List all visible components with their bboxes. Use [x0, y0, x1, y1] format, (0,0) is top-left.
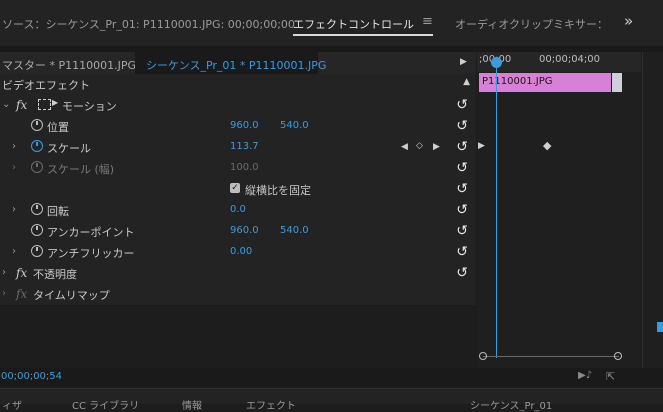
- scale-width-value: 100.0: [230, 162, 259, 173]
- effect-opacity[interactable]: › fx 不透明度 ↺: [0, 263, 476, 285]
- tab-source[interactable]: ソース：シーケンス_Pr_01: P1110001.JPG: 00;00;00;…: [2, 16, 295, 32]
- rotation-value[interactable]: 0.0: [230, 204, 246, 215]
- param-label: アンカーポイント: [47, 226, 135, 239]
- reset-icon[interactable]: ↺: [456, 182, 468, 196]
- arrow-cursor-icon: ▶: [52, 98, 59, 107]
- param-scale-width: › スケール (幅) 100.0 ↺: [0, 158, 476, 180]
- reset-icon[interactable]: ↺: [456, 140, 468, 154]
- position-x-value[interactable]: 960.0: [230, 120, 259, 131]
- panel-edge-indicator: [657, 322, 663, 332]
- tab-effects[interactable]: エフェクト: [246, 397, 296, 412]
- chevron-right-icon[interactable]: ›: [12, 246, 16, 257]
- stopwatch-icon[interactable]: [31, 161, 43, 173]
- tab-cc-libraries[interactable]: CC ライブラリ: [72, 397, 139, 412]
- reset-icon[interactable]: ↺: [456, 203, 468, 217]
- side-panel: [642, 52, 663, 368]
- tab-partial[interactable]: ィザ: [2, 397, 22, 412]
- chevron-right-icon[interactable]: ›: [12, 162, 16, 173]
- active-tab-indicator: [293, 34, 433, 36]
- bottom-tab-bar: ィザ CC ライブラリ 情報 エフェクト シーケンス_Pr_01: [0, 388, 663, 412]
- position-y-value[interactable]: 540.0: [280, 120, 309, 131]
- param-label: スケール (幅): [47, 163, 115, 176]
- ruler-mark: 00;00;04;00: [539, 54, 601, 65]
- clip-name: P1110001.JPG: [482, 76, 553, 87]
- reset-icon[interactable]: ↺: [456, 161, 468, 175]
- param-uniform-scale: ✓ 縦横比を固定 ↺: [0, 179, 476, 201]
- fx-icon[interactable]: fx: [16, 266, 27, 280]
- panel-menu-icon[interactable]: ≡: [422, 14, 433, 29]
- param-anchor-point: アンカーポイント 960.0 540.0 ↺: [0, 221, 476, 243]
- video-effects-header: ビデオエフェクト ▲: [0, 74, 476, 96]
- reset-icon[interactable]: ↺: [456, 98, 468, 112]
- tab-info[interactable]: 情報: [182, 397, 202, 412]
- keyframe-prev-icon[interactable]: ▶: [478, 141, 485, 151]
- tab-effect-controls[interactable]: エフェクトコントロール: [293, 16, 414, 32]
- tab-audio-clip-mixer[interactable]: オーディオクリップミキサー：: [455, 16, 608, 32]
- chevron-right-icon[interactable]: ›: [2, 288, 6, 299]
- param-label: 回転: [47, 205, 69, 218]
- stopwatch-icon[interactable]: [31, 203, 43, 215]
- param-label: 縦横比を固定: [245, 184, 311, 197]
- section-title: ビデオエフェクト: [2, 79, 90, 92]
- overflow-icon[interactable]: »: [624, 12, 633, 30]
- param-label: 位置: [47, 121, 69, 134]
- effect-motion[interactable]: ⌄ fx ▶ モーション ↺: [0, 95, 476, 117]
- play-icon[interactable]: ▶: [460, 57, 467, 67]
- effect-rows: ビデオエフェクト ▲ ⌄ fx ▶ モーション ↺ 位置 960.0 540.0…: [0, 74, 476, 306]
- playhead-line[interactable]: [496, 58, 497, 358]
- uniform-scale-checkbox[interactable]: ✓: [230, 183, 240, 193]
- scale-value[interactable]: 113.7: [230, 141, 259, 152]
- scroll-handle-right[interactable]: [614, 352, 622, 360]
- anchor-y-value[interactable]: 540.0: [280, 225, 309, 236]
- param-label: アンチフリッカー: [47, 247, 135, 260]
- master-clip-selector[interactable]: マスター * P1110001.JPG: [2, 57, 136, 73]
- chevron-down-icon[interactable]: ⌄: [2, 99, 10, 110]
- chevron-right-icon[interactable]: ›: [12, 204, 16, 215]
- playhead-handle[interactable]: [491, 57, 502, 68]
- transform-box-icon[interactable]: [38, 99, 51, 110]
- tab-sequence[interactable]: シーケンス_Pr_01: [470, 397, 552, 412]
- add-keyframe-icon[interactable]: ◇: [416, 141, 423, 151]
- play-audio-icon[interactable]: ▶♪: [578, 370, 592, 381]
- effect-label: モーション: [62, 100, 117, 113]
- mini-timeline: ;00;00 00;00;04;00 P1110001.JPG ▶ ◆: [477, 52, 641, 368]
- chevron-right-icon[interactable]: ›: [12, 141, 16, 152]
- effect-label: 不透明度: [33, 268, 77, 281]
- fx-icon[interactable]: fx: [16, 287, 27, 301]
- param-scale: › スケール 113.7 ◀ ◇ ▶ ↺: [0, 137, 476, 159]
- prev-keyframe-icon[interactable]: ◀: [401, 142, 408, 152]
- panel-footer: 00;00;00;54 ▶♪ ⇱: [0, 368, 663, 386]
- chevron-right-icon[interactable]: ›: [2, 267, 6, 278]
- panel-tab-bar: ソース：シーケンス_Pr_01: P1110001.JPG: 00;00;00;…: [0, 0, 663, 46]
- zoom-scrollbar[interactable]: [483, 356, 619, 357]
- stopwatch-icon[interactable]: [31, 224, 43, 236]
- current-timecode[interactable]: 00;00;00;54: [1, 371, 62, 382]
- antiflicker-value[interactable]: 0.00: [230, 246, 252, 257]
- param-rotation: › 回転 0.0 ↺: [0, 200, 476, 222]
- reset-icon[interactable]: ↺: [456, 224, 468, 238]
- param-label: スケール: [47, 142, 91, 155]
- effect-label: タイムリマップ: [33, 289, 110, 302]
- stopwatch-icon[interactable]: [31, 245, 43, 257]
- reset-icon[interactable]: ↺: [456, 266, 468, 280]
- sequence-clip-selector[interactable]: シーケンス_Pr_01 * P1110001.JPG: [146, 57, 326, 73]
- anchor-x-value[interactable]: 960.0: [230, 225, 259, 236]
- stopwatch-icon[interactable]: [31, 119, 43, 131]
- reset-icon[interactable]: ↺: [456, 119, 468, 133]
- keyframe-icon[interactable]: ◆: [543, 139, 551, 152]
- collapse-icon[interactable]: ▲: [463, 77, 470, 87]
- export-frame-icon[interactable]: ⇱: [606, 370, 615, 383]
- param-position: 位置 960.0 540.0 ↺: [0, 116, 476, 138]
- clip-end-handle[interactable]: [612, 73, 622, 92]
- effect-time-remap[interactable]: › fx タイムリマップ: [0, 284, 476, 306]
- clip-selector-bar: マスター * P1110001.JPG シーケンス_Pr_01 * P11100…: [0, 52, 476, 74]
- next-keyframe-icon[interactable]: ▶: [433, 142, 440, 152]
- scroll-handle-left[interactable]: [479, 352, 487, 360]
- reset-icon[interactable]: ↺: [456, 245, 468, 259]
- fx-icon[interactable]: fx: [16, 98, 27, 112]
- clip-bar[interactable]: P1110001.JPG: [479, 73, 611, 92]
- stopwatch-icon[interactable]: [31, 140, 43, 152]
- param-antiflicker: › アンチフリッカー 0.00 ↺: [0, 242, 476, 264]
